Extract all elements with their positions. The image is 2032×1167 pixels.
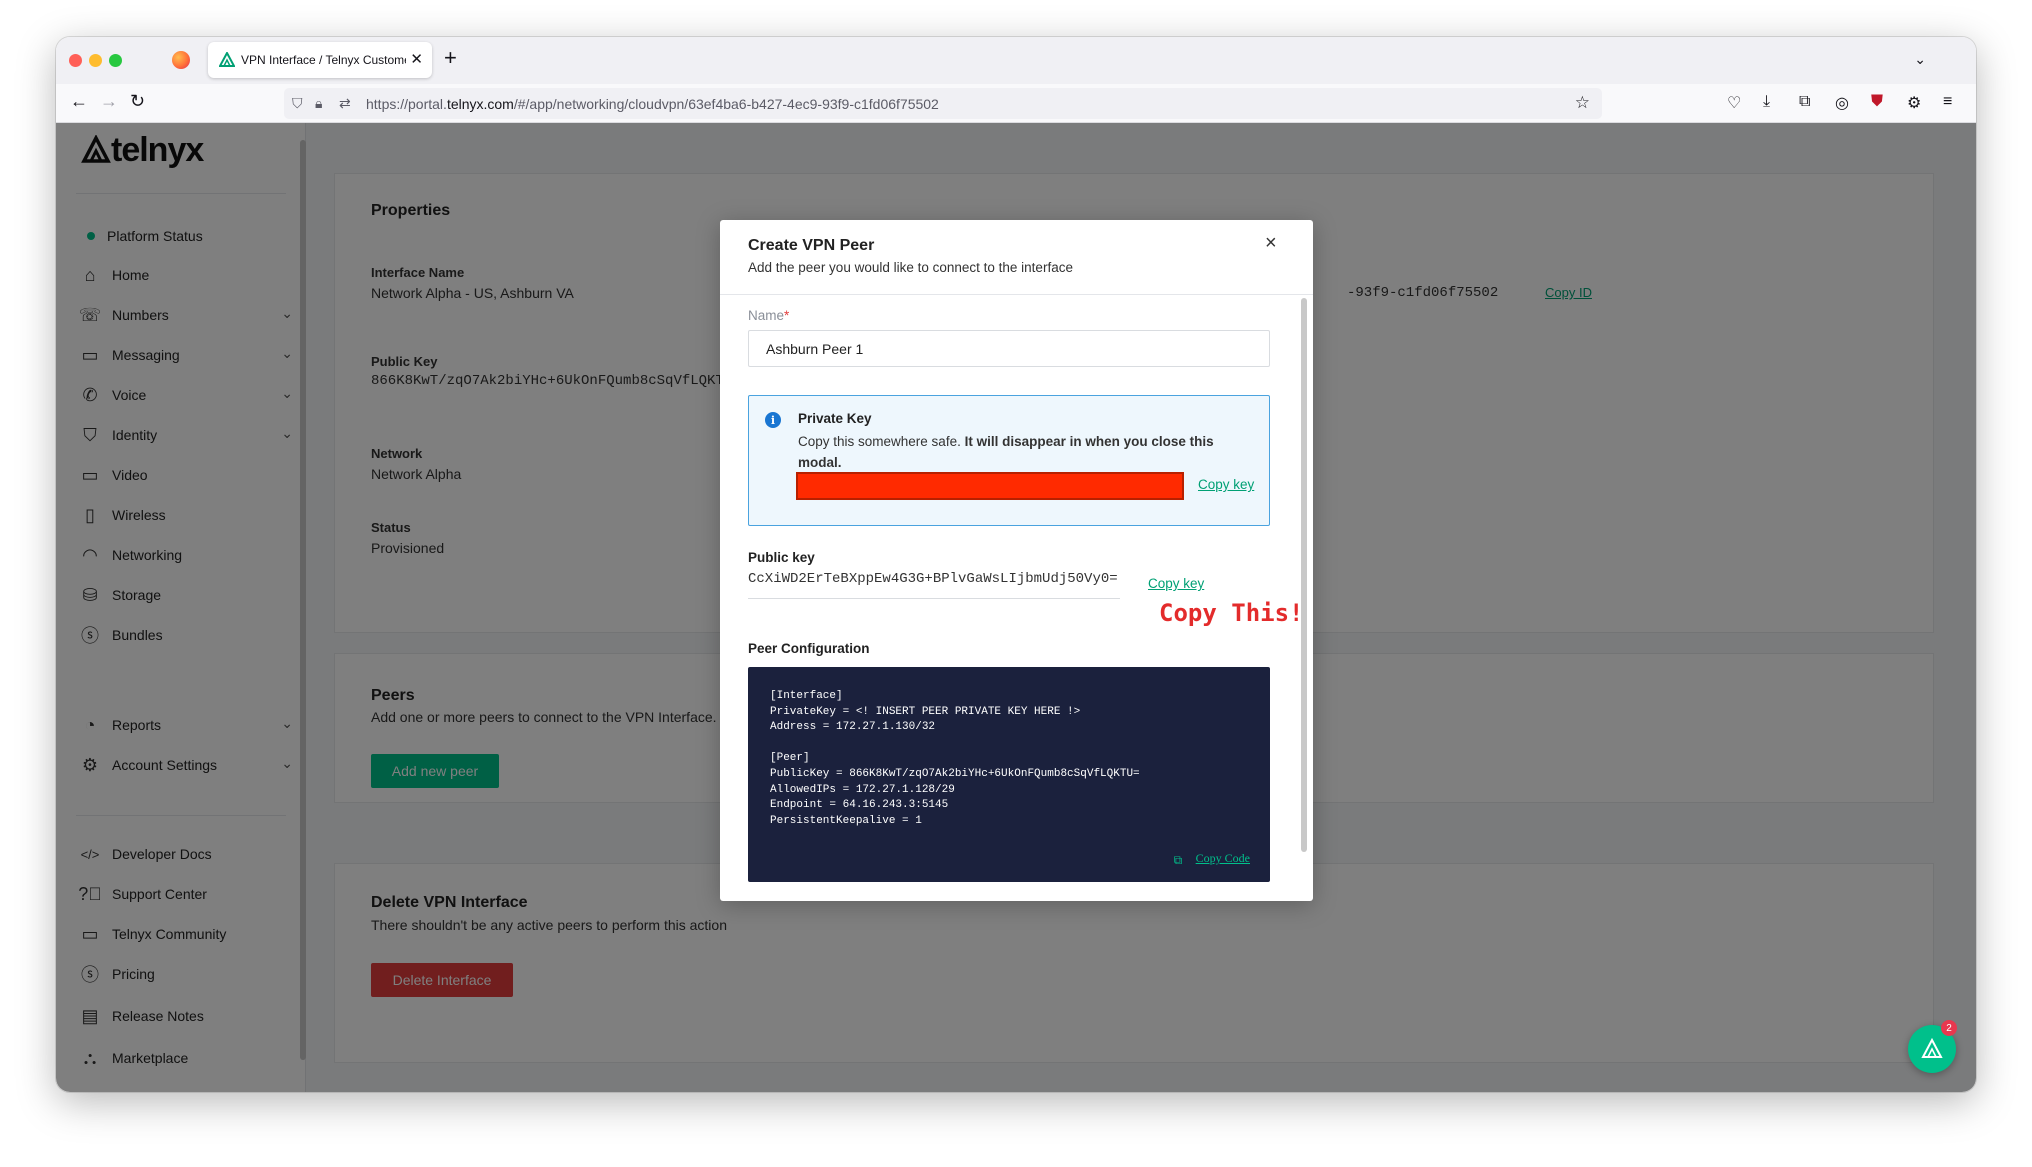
lock-icon[interactable]: 🔒︎	[315, 95, 322, 112]
browser-tab-active[interactable]: VPN Interface / Telnyx Customer Portal ✕	[208, 42, 432, 78]
navigation-toolbar: ← → ↻ ⛉ 🔒︎ ⇄ https://portal.telnyx.com/#…	[56, 84, 1976, 123]
back-button-icon[interactable]: ←	[70, 92, 88, 110]
account-extension-icon[interactable]: ◎	[1835, 93, 1849, 113]
required-marker: *	[784, 308, 790, 323]
copy-public-key-link[interactable]: Copy key	[1148, 576, 1204, 591]
private-key-alert: i Private Key Copy this somewhere safe. …	[748, 395, 1270, 526]
extensions-icon[interactable]: ⧉	[1799, 93, 1810, 111]
tracking-shield-icon[interactable]: ⛉	[292, 95, 303, 112]
copy-code-button[interactable]: ⧉ Copy Code	[1173, 851, 1250, 867]
list-tabs-chevron-icon[interactable]: ⌄	[1914, 51, 1926, 68]
copy-code-label: Copy Code	[1195, 851, 1250, 865]
window-zoom-button[interactable]	[109, 54, 122, 67]
browser-window: VPN Interface / Telnyx Customer Portal ✕…	[56, 37, 1976, 1092]
notification-badge: 2	[1941, 1020, 1957, 1036]
peer-name-input[interactable]: Ashburn Peer 1	[748, 330, 1270, 367]
name-label-text: Name	[748, 308, 785, 323]
copy-this-annotation: Copy This!	[1159, 599, 1304, 627]
warning-text: Copy this somewhere safe.	[798, 434, 965, 449]
address-bar[interactable]: ⛉ 🔒︎ ⇄ https://portal.telnyx.com/#/app/n…	[284, 88, 1602, 119]
private-key-warning: Copy this somewhere safe. It will disapp…	[798, 431, 1258, 473]
modal-title: Create VPN Peer	[748, 237, 875, 254]
settings-extension-icon[interactable]: ⚙	[1907, 93, 1921, 113]
copy-private-key-link[interactable]: Copy key	[1198, 477, 1254, 492]
telnyx-favicon-icon	[219, 52, 235, 67]
public-key-value: CcXiWD2ErTeBXppEw4G3G+BPlvGaWsLIjbmUdj50…	[748, 571, 1120, 599]
url-text[interactable]: https://portal.telnyx.com/#/app/networki…	[366, 96, 939, 112]
copy-icon: ⧉	[1173, 852, 1183, 867]
public-key-label: Public key	[748, 550, 815, 565]
window-close-button[interactable]	[69, 54, 82, 67]
firefox-view-icon[interactable]	[172, 51, 190, 69]
downloads-icon[interactable]: ⤓	[1763, 93, 1770, 111]
name-field-label: Name*	[748, 308, 789, 323]
window-minimize-button[interactable]	[89, 54, 102, 67]
modal-close-icon[interactable]: ×	[1265, 232, 1277, 255]
peer-configuration-label: Peer Configuration	[748, 641, 870, 656]
peer-configuration-text: [Interface] PrivateKey = <! INSERT PEER …	[770, 690, 1140, 827]
forward-button-icon[interactable]: →	[100, 92, 118, 110]
tab-strip: VPN Interface / Telnyx Customer Portal ✕…	[56, 37, 1976, 84]
create-vpn-peer-modal: Create VPN Peer Add the peer you would l…	[720, 220, 1313, 901]
pocket-icon[interactable]: ♡	[1727, 93, 1741, 113]
modal-scrollbar[interactable]	[1301, 298, 1307, 852]
private-key-title: Private Key	[798, 411, 872, 426]
new-tab-button[interactable]: +	[444, 47, 457, 69]
tab-title: VPN Interface / Telnyx Customer Portal	[241, 53, 406, 67]
tab-close-icon[interactable]: ✕	[410, 50, 423, 68]
ublock-extension-icon[interactable]: ⛊	[1871, 93, 1883, 111]
redacted-private-key	[796, 472, 1184, 500]
permissions-icon[interactable]: ⇄	[339, 95, 351, 112]
modal-subtitle: Add the peer you would like to connect t…	[748, 260, 1073, 275]
info-icon: i	[765, 412, 781, 428]
app-menu-icon[interactable]: ≡	[1943, 93, 1952, 111]
peer-configuration-code-block: [Interface] PrivateKey = <! INSERT PEER …	[748, 667, 1270, 882]
bookmark-star-icon[interactable]: ☆	[1575, 93, 1590, 113]
telnyx-chat-icon	[1921, 1038, 1943, 1058]
reload-button-icon[interactable]: ↻	[130, 92, 145, 110]
modal-divider	[720, 294, 1313, 295]
